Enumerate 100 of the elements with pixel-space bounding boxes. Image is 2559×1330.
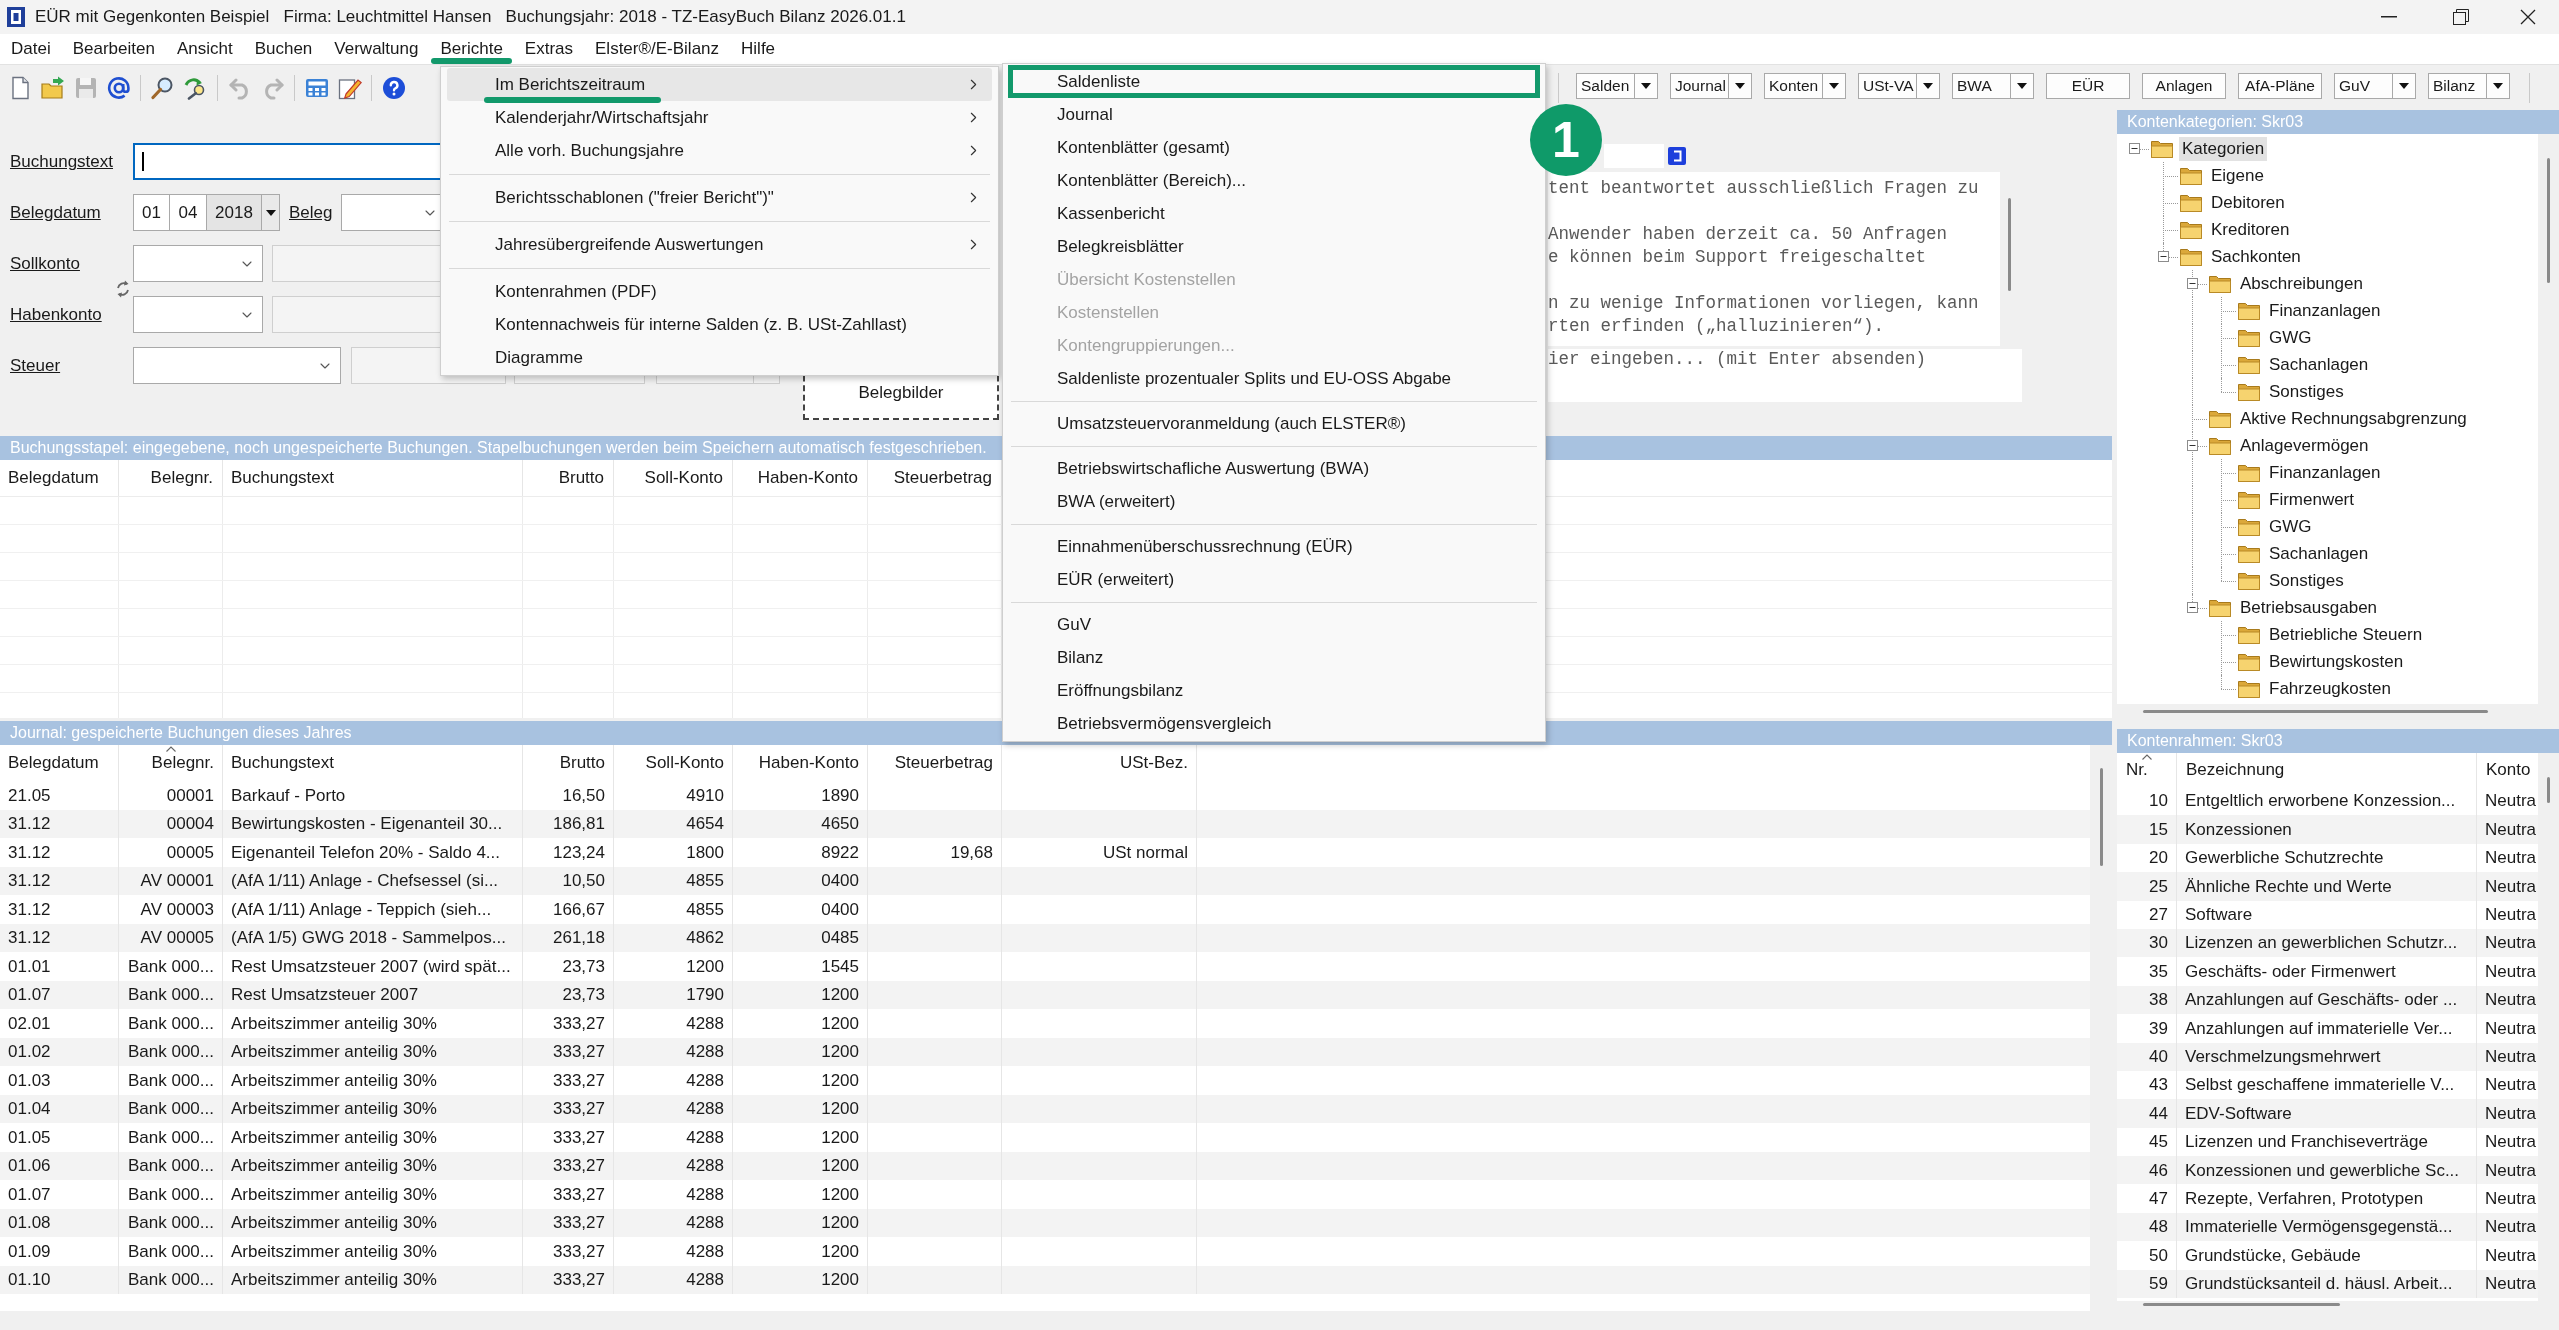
column-header[interactable]: Belegnr. bbox=[119, 460, 223, 496]
restore-icon[interactable] bbox=[2453, 9, 2469, 25]
menu-item[interactable]: Bearbeiten bbox=[61, 34, 166, 64]
table-row[interactable]: 38 Anzahlungen auf Geschäfts- oder ... Neutra bbox=[2117, 985, 2538, 1015]
scrollbar[interactable] bbox=[2099, 768, 2103, 866]
dropdown-button[interactable] bbox=[262, 194, 280, 231]
table-row[interactable]: 01.02 Bank 000... Arbeitszimmer anteilig 30% 333,27 4288 1200 bbox=[0, 1037, 2090, 1066]
tree-item[interactable]: Aktive Rechnungsabgrenzung bbox=[2237, 406, 2470, 431]
at-sign-icon[interactable] bbox=[106, 75, 131, 100]
toolbar-button[interactable]: BWA bbox=[1952, 72, 2010, 99]
tree-item[interactable]: Betriebsausgaben bbox=[2237, 595, 2381, 620]
column-header[interactable]: Belegdatum bbox=[0, 460, 119, 496]
menu-item[interactable]: Berichte bbox=[429, 34, 514, 64]
menu-item[interactable]: Kalenderjahr/Wirtschaftsjahr bbox=[447, 101, 992, 134]
date-field[interactable]: 01 bbox=[133, 194, 170, 231]
tree-item[interactable]: Sachanlagen bbox=[2266, 352, 2372, 377]
table-row[interactable]: 15 Konzessionen Neutra bbox=[2117, 815, 2538, 844]
menu-item[interactable]: Kontenblätter (Bereich)... bbox=[1008, 164, 1527, 197]
tree-item[interactable]: Eigene bbox=[2208, 163, 2267, 188]
table-row[interactable]: 59 Grundstücksanteil d. häusl. Arbeit... Neutra bbox=[2117, 1269, 2538, 1299]
column-header[interactable]: Brutto bbox=[523, 460, 614, 496]
table-row[interactable]: 01.04 Bank 000... Arbeitszimmer anteilig 30% 333,27 4288 1200 bbox=[0, 1094, 2090, 1123]
table-row[interactable]: 01.08 Bank 000... Arbeitszimmer anteilig 30% 333,27 4288 1200 bbox=[0, 1208, 2090, 1237]
menu-item[interactable]: BWA (erweitert) bbox=[1008, 485, 1527, 518]
menu-item[interactable]: Ansicht bbox=[165, 34, 244, 64]
menu-item[interactable]: Alle vorh. Buchungsjahre bbox=[447, 134, 992, 167]
menu-item[interactable]: GuV bbox=[1008, 608, 1527, 641]
menu-item[interactable]: Journal bbox=[1008, 98, 1527, 131]
menu-item[interactable]: Saldenliste bbox=[1008, 65, 1540, 98]
tree-item[interactable]: Sonstiges bbox=[2266, 568, 2347, 593]
table-row[interactable]: 44 EDV-Software Neutra bbox=[2117, 1099, 2538, 1128]
menu-item[interactable]: Datei bbox=[0, 34, 62, 64]
menu-item[interactable]: Jahresübergreifende Auswertungen bbox=[447, 228, 992, 261]
tree-item[interactable]: Sachkonten bbox=[2208, 244, 2304, 269]
table-row[interactable]: 46 Konzessionen und gewerbliche Sc... Neutra bbox=[2117, 1156, 2538, 1185]
menu-item[interactable]: Verwaltung bbox=[323, 34, 430, 64]
table-row[interactable]: 48 Immaterielle Vermögensgegenstä... Neutra bbox=[2117, 1212, 2538, 1242]
dropdown-button[interactable] bbox=[1728, 72, 1752, 99]
menu-item[interactable]: Hilfe bbox=[730, 34, 787, 64]
menu-item[interactable]: Kontenblätter (gesamt) bbox=[1008, 131, 1527, 164]
scrollbar[interactable] bbox=[2547, 777, 2550, 803]
toolbar-button[interactable]: AfA-Pläne bbox=[2238, 72, 2322, 99]
toolbar-button[interactable]: EÜR bbox=[2046, 72, 2130, 99]
tree-item[interactable]: Firmenwert bbox=[2266, 487, 2357, 512]
column-header[interactable]: Soll-Konto bbox=[614, 460, 733, 496]
menu-item[interactable]: Belegkreisblätter bbox=[1008, 230, 1527, 263]
chat-input[interactable]: ier eingeben... (mit Enter absenden) bbox=[1548, 349, 2022, 402]
search-icon[interactable] bbox=[150, 75, 175, 100]
column-header[interactable]: Buchungstext bbox=[223, 460, 523, 496]
table-row[interactable]: 40 Verschmelzungsmehrwert Neutra bbox=[2117, 1042, 2538, 1071]
menu-item[interactable]: Kassenbericht bbox=[1008, 197, 1527, 230]
tree-item[interactable]: Finanzanlagen bbox=[2266, 298, 2384, 323]
table-row[interactable]: 31.12 00004 Bewirtungskosten - Eigenanteil 30... 186,81 4654 4650 bbox=[0, 809, 2090, 838]
dropdown-button[interactable] bbox=[2010, 72, 2034, 99]
help-icon[interactable] bbox=[381, 75, 406, 100]
folder-arrow-icon[interactable] bbox=[40, 75, 65, 100]
toolbar-button[interactable]: Konten bbox=[1764, 72, 1822, 99]
tree-item[interactable]: GWG bbox=[2266, 514, 2315, 539]
dropdown-button[interactable] bbox=[1916, 72, 1940, 99]
toolbar-button[interactable]: USt-VA bbox=[1858, 72, 1916, 99]
menu-item[interactable]: Einnahmenüberschussrechnung (EÜR) bbox=[1008, 530, 1527, 563]
minimize-icon[interactable] bbox=[2381, 16, 2397, 18]
menu-item[interactable]: Extras bbox=[513, 34, 585, 64]
tree-item[interactable]: Debitoren bbox=[2208, 190, 2288, 215]
menu-item[interactable]: Kontennachweis für interne Salden (z. B. USt-Zahllast) bbox=[447, 308, 992, 341]
toolbar-button[interactable]: GuV bbox=[2334, 72, 2392, 99]
dropdown-button[interactable] bbox=[2392, 72, 2416, 99]
tree-item[interactable]: Kreditoren bbox=[2208, 217, 2293, 242]
menu-item[interactable]: EÜR (erweitert) bbox=[1008, 563, 1527, 596]
table-row[interactable]: 25 Ähnliche Rechte und Werte Neutra bbox=[2117, 872, 2538, 901]
tree-item[interactable]: Betriebliche Steuern bbox=[2266, 622, 2426, 647]
tree-item[interactable]: Abschreibungen bbox=[2237, 271, 2366, 296]
table-row[interactable]: 01.10 Bank 000... Arbeitszimmer anteilig 30% 333,27 4288 1200 bbox=[0, 1265, 2090, 1294]
column-header[interactable]: Haben-Konto bbox=[733, 460, 868, 496]
minus-box-icon[interactable] bbox=[2129, 143, 2140, 154]
toolbar-button[interactable]: Journal bbox=[1670, 72, 1728, 99]
minus-box-icon[interactable] bbox=[2187, 278, 2198, 289]
table-row[interactable]: 01.06 Bank 000... Arbeitszimmer anteilig 30% 333,27 4288 1200 bbox=[0, 1151, 2090, 1180]
tree-item[interactable]: GWG bbox=[2266, 325, 2315, 350]
date-field[interactable]: 2018 bbox=[207, 194, 262, 231]
table-row[interactable]: 01.07 Bank 000... Rest Umsatzsteuer 2007 23,73 1790 1200 bbox=[0, 980, 2090, 1009]
dropdown-button[interactable] bbox=[1634, 72, 1658, 99]
date-field[interactable]: 04 bbox=[170, 194, 207, 231]
dropdown-button[interactable] bbox=[2486, 72, 2510, 99]
tree-item[interactable]: Kategorien bbox=[2179, 136, 2268, 161]
scrollbar[interactable] bbox=[2547, 158, 2550, 283]
box-icon[interactable] bbox=[1668, 147, 1686, 165]
tree-item[interactable]: Sachanlagen bbox=[2266, 541, 2372, 566]
close-icon[interactable] bbox=[2520, 9, 2536, 25]
dropdown-button[interactable] bbox=[1822, 72, 1846, 99]
tree-item[interactable]: Sonstiges bbox=[2266, 379, 2347, 404]
menu-item[interactable]: Kontenrahmen (PDF) bbox=[447, 275, 992, 308]
tree-item[interactable]: Anlagevermögen bbox=[2237, 433, 2372, 458]
scrollbar[interactable] bbox=[2008, 198, 2011, 291]
menu-item[interactable]: Berichtsschablonen ("freier Bericht")" bbox=[447, 181, 992, 214]
minus-box-icon[interactable] bbox=[2187, 440, 2198, 451]
menu-item[interactable]: Elster®/E-Bilanz bbox=[584, 34, 731, 64]
menu-item[interactable]: Im Berichtszeitraum bbox=[447, 68, 992, 101]
toolbar-button[interactable]: Anlagen bbox=[2142, 72, 2226, 99]
table-row[interactable]: 30 Lizenzen an gewerblichen Schutzr... Neutra bbox=[2117, 928, 2538, 958]
